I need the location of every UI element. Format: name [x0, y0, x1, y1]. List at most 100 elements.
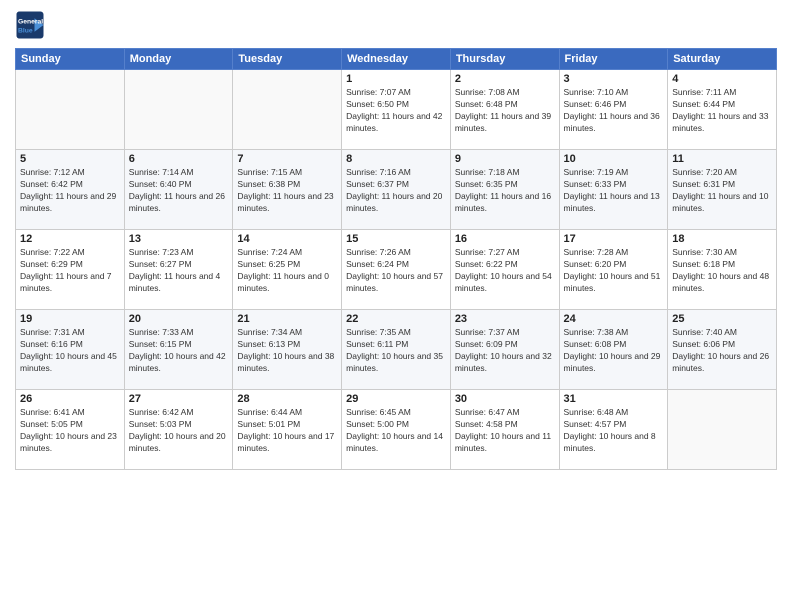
day-number: 6	[129, 153, 229, 165]
calendar-cell: 7Sunrise: 7:15 AMSunset: 6:38 PMDaylight…	[233, 150, 342, 230]
day-info: Sunrise: 6:42 AMSunset: 5:03 PMDaylight:…	[129, 407, 229, 455]
day-info: Sunrise: 7:10 AMSunset: 6:46 PMDaylight:…	[564, 87, 664, 135]
day-info: Sunrise: 6:44 AMSunset: 5:01 PMDaylight:…	[237, 407, 337, 455]
calendar-cell: 13 Sunrise: 7:23 AMSunset: 6:27 PMDayligh…	[124, 230, 233, 310]
day-info: Sunrise: 7:12 AMSunset: 6:42 PMDaylight:…	[20, 167, 120, 215]
logo: General Blue	[15, 10, 49, 40]
calendar-cell: 21 Sunrise: 7:34 AMSunset: 6:13 PMDayligh…	[233, 310, 342, 390]
day-number: 21	[237, 313, 337, 325]
day-number: 26	[20, 393, 120, 405]
day-number: 20	[129, 313, 229, 325]
calendar-cell: 4 Sunrise: 7:11 AMSunset: 6:44 PMDaylight…	[668, 70, 777, 150]
calendar-day-header: Sunday	[16, 49, 125, 70]
day-info: Sunrise: 7:38 AMSunset: 6:08 PMDaylight:…	[564, 327, 664, 375]
calendar-cell: 17 Sunrise: 7:28 AMSunset: 6:20 PMDayligh…	[559, 230, 668, 310]
day-number: 1	[346, 73, 446, 85]
day-number: 19	[20, 313, 120, 325]
day-number: 24	[564, 313, 664, 325]
day-info: Sunrise: 6:45 AMSunset: 5:00 PMDaylight:…	[346, 407, 446, 455]
calendar-cell	[16, 70, 125, 150]
calendar: SundayMondayTuesdayWednesdayThursdayFrid…	[15, 48, 777, 470]
calendar-week-row: 12 Sunrise: 7:22 AMSunset: 6:29 PMDayligh…	[16, 230, 777, 310]
day-number: 3	[564, 73, 664, 85]
calendar-cell: 31 Sunrise: 6:48 AMSunset: 4:57 PMDayligh…	[559, 390, 668, 470]
day-info: Sunrise: 7:33 AMSunset: 6:15 PMDaylight:…	[129, 327, 229, 375]
day-info: Sunrise: 7:16 AMSunset: 6:37 PMDaylight:…	[346, 167, 446, 215]
day-info: Sunrise: 7:30 AMSunset: 6:18 PMDaylight:…	[672, 247, 772, 295]
day-number: 29	[346, 393, 446, 405]
day-number: 15	[346, 233, 446, 245]
svg-text:General: General	[18, 19, 43, 26]
calendar-cell: 24 Sunrise: 7:38 AMSunset: 6:08 PMDayligh…	[559, 310, 668, 390]
calendar-cell	[668, 390, 777, 470]
day-info: Sunrise: 7:35 AMSunset: 6:11 PMDaylight:…	[346, 327, 446, 375]
day-info: Sunrise: 7:11 AMSunset: 6:44 PMDaylight:…	[672, 87, 772, 135]
calendar-cell: 19 Sunrise: 7:31 AMSunset: 6:16 PMDayligh…	[16, 310, 125, 390]
day-info: Sunrise: 6:41 AMSunset: 5:05 PMDaylight:…	[20, 407, 120, 455]
day-info: Sunrise: 7:14 AMSunset: 6:40 PMDaylight:…	[129, 167, 229, 215]
day-info: Sunrise: 7:20 AMSunset: 6:31 PMDaylight:…	[672, 167, 772, 215]
day-number: 27	[129, 393, 229, 405]
day-number: 25	[672, 313, 772, 325]
calendar-cell: 26 Sunrise: 6:41 AMSunset: 5:05 PMDayligh…	[16, 390, 125, 470]
day-number: 30	[455, 393, 555, 405]
calendar-cell: 25 Sunrise: 7:40 AMSunset: 6:06 PMDayligh…	[668, 310, 777, 390]
day-info: Sunrise: 7:23 AMSunset: 6:27 PMDaylight:…	[129, 247, 229, 295]
day-info: Sunrise: 7:37 AMSunset: 6:09 PMDaylight:…	[455, 327, 555, 375]
calendar-day-header: Wednesday	[342, 49, 451, 70]
day-number: 13	[129, 233, 229, 245]
calendar-day-header: Saturday	[668, 49, 777, 70]
day-number: 4	[672, 73, 772, 85]
day-number: 9	[455, 153, 555, 165]
day-info: Sunrise: 6:47 AMSunset: 4:58 PMDaylight:…	[455, 407, 555, 455]
logo-icon: General Blue	[15, 10, 45, 40]
calendar-week-row: 26 Sunrise: 6:41 AMSunset: 5:05 PMDayligh…	[16, 390, 777, 470]
day-number: 28	[237, 393, 337, 405]
day-info: Sunrise: 7:27 AMSunset: 6:22 PMDaylight:…	[455, 247, 555, 295]
calendar-cell: 12 Sunrise: 7:22 AMSunset: 6:29 PMDayligh…	[16, 230, 125, 310]
calendar-day-header: Friday	[559, 49, 668, 70]
calendar-cell: 10 Sunrise: 7:19 AMSunset: 6:33 PMDayligh…	[559, 150, 668, 230]
calendar-cell	[124, 70, 233, 150]
day-info: Sunrise: 7:07 AMSunset: 6:50 PMDaylight:…	[346, 87, 446, 135]
day-number: 16	[455, 233, 555, 245]
day-info: Sunrise: 7:08 AMSunset: 6:48 PMDaylight:…	[455, 87, 555, 135]
day-number: 12	[20, 233, 120, 245]
calendar-week-row: 1 Sunrise: 7:07 AMSunset: 6:50 PMDaylight…	[16, 70, 777, 150]
day-number: 10	[564, 153, 664, 165]
day-number: 23	[455, 313, 555, 325]
calendar-cell: 29 Sunrise: 6:45 AMSunset: 5:00 PMDayligh…	[342, 390, 451, 470]
calendar-cell: 23 Sunrise: 7:37 AMSunset: 6:09 PMDayligh…	[450, 310, 559, 390]
calendar-header-row: SundayMondayTuesdayWednesdayThursdayFrid…	[16, 49, 777, 70]
calendar-cell: 30 Sunrise: 6:47 AMSunset: 4:58 PMDayligh…	[450, 390, 559, 470]
day-number: 22	[346, 313, 446, 325]
calendar-day-header: Monday	[124, 49, 233, 70]
day-info: Sunrise: 7:19 AMSunset: 6:33 PMDaylight:…	[564, 167, 664, 215]
day-info: Sunrise: 7:40 AMSunset: 6:06 PMDaylight:…	[672, 327, 772, 375]
calendar-cell: 22 Sunrise: 7:35 AMSunset: 6:11 PMDayligh…	[342, 310, 451, 390]
day-info: Sunrise: 7:28 AMSunset: 6:20 PMDaylight:…	[564, 247, 664, 295]
day-number: 2	[455, 73, 555, 85]
calendar-cell: 15 Sunrise: 7:26 AMSunset: 6:24 PMDayligh…	[342, 230, 451, 310]
calendar-cell: 18 Sunrise: 7:30 AMSunset: 6:18 PMDayligh…	[668, 230, 777, 310]
day-number: 8	[346, 153, 446, 165]
calendar-cell: 28 Sunrise: 6:44 AMSunset: 5:01 PMDayligh…	[233, 390, 342, 470]
calendar-cell: 2 Sunrise: 7:08 AMSunset: 6:48 PMDaylight…	[450, 70, 559, 150]
day-number: 31	[564, 393, 664, 405]
calendar-cell: 3 Sunrise: 7:10 AMSunset: 6:46 PMDaylight…	[559, 70, 668, 150]
page: General Blue SundayMondayTuesdayWednesda…	[0, 0, 792, 612]
calendar-cell: 27 Sunrise: 6:42 AMSunset: 5:03 PMDayligh…	[124, 390, 233, 470]
calendar-cell: 16 Sunrise: 7:27 AMSunset: 6:22 PMDayligh…	[450, 230, 559, 310]
day-info: Sunrise: 7:22 AMSunset: 6:29 PMDaylight:…	[20, 247, 120, 295]
calendar-cell: 11Sunrise: 7:20 AMSunset: 6:31 PMDayligh…	[668, 150, 777, 230]
day-info: Sunrise: 7:26 AMSunset: 6:24 PMDaylight:…	[346, 247, 446, 295]
day-number: 5	[20, 153, 120, 165]
day-info: Sunrise: 7:31 AMSunset: 6:16 PMDaylight:…	[20, 327, 120, 375]
day-info: Sunrise: 7:34 AMSunset: 6:13 PMDaylight:…	[237, 327, 337, 375]
calendar-cell: 5 Sunrise: 7:12 AMSunset: 6:42 PMDaylight…	[16, 150, 125, 230]
day-number: 17	[564, 233, 664, 245]
day-info: Sunrise: 6:48 AMSunset: 4:57 PMDaylight:…	[564, 407, 664, 455]
day-number: 18	[672, 233, 772, 245]
calendar-week-row: 5 Sunrise: 7:12 AMSunset: 6:42 PMDaylight…	[16, 150, 777, 230]
calendar-day-header: Thursday	[450, 49, 559, 70]
